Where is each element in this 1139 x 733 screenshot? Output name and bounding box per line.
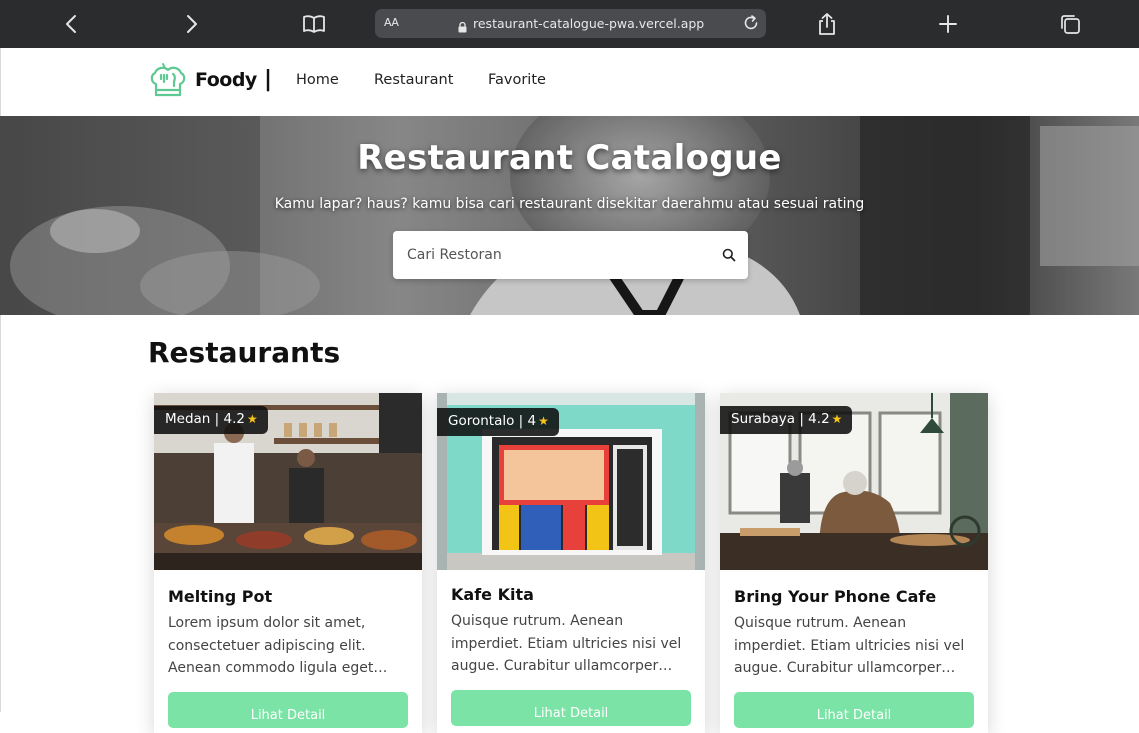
search-box	[393, 231, 748, 279]
restaurant-card[interactable]: Gorontalo | 4 ★ Kafe Kita Quisque rutrum.…	[437, 393, 705, 733]
nav-link-favorite[interactable]: Favorite	[488, 72, 546, 88]
city-rating-text: Gorontalo | 4	[448, 413, 537, 429]
restaurants-section: Restaurants Medan | 4.2 ★ Melting Pot Lo…	[0, 315, 1139, 733]
nav-link-restaurant[interactable]: Restaurant	[374, 72, 453, 88]
hero-banner: Restaurant Catalogue Kamu lapar? haus? k…	[0, 116, 1139, 315]
detail-button[interactable]: Lihat Detail	[734, 692, 974, 728]
reader-button[interactable]: AA	[384, 16, 399, 29]
restaurant-name[interactable]: Bring Your Phone Cafe	[734, 587, 936, 606]
restaurant-description: Quisque rutrum. Aenean imperdiet. Etiam …	[451, 613, 682, 674]
city-rating-text: Surabaya | 4.2	[731, 411, 830, 427]
hero-title: Restaurant Catalogue	[357, 138, 782, 178]
chef-hat-logo-icon[interactable]	[147, 62, 189, 100]
browser-toolbar: AA restaurant-catalogue-pwa.vercel.app	[0, 0, 1139, 48]
reload-icon[interactable]	[742, 14, 760, 36]
site-navbar: Foody | Home Restaurant Favorite	[0, 48, 1139, 116]
detail-button[interactable]: Lihat Detail	[168, 692, 408, 728]
forward-icon[interactable]	[180, 12, 204, 36]
star-icon: ★	[538, 414, 549, 428]
city-rating-badge: Surabaya | 4.2 ★	[720, 406, 853, 434]
restaurant-card[interactable]: Surabaya | 4.2 ★ Bring Your Phone Cafe Qu…	[720, 393, 988, 733]
bookmarks-icon[interactable]	[302, 12, 326, 36]
share-icon[interactable]	[815, 12, 839, 36]
search-input[interactable]	[407, 244, 707, 266]
star-icon: ★	[831, 412, 843, 426]
restaurant-name[interactable]: Melting Pot	[168, 587, 272, 606]
star-icon: ★	[246, 412, 258, 426]
restaurant-description: Lorem ipsum dolor sit amet, consectetuer…	[168, 615, 388, 676]
city-rating-text: Medan | 4.2	[165, 411, 245, 427]
section-title: Restaurants	[148, 336, 341, 369]
url-text: restaurant-catalogue-pwa.vercel.app	[473, 16, 705, 31]
restaurant-description: Quisque rutrum. Aenean imperdiet. Etiam …	[734, 615, 965, 676]
brand-name[interactable]: Foody	[195, 69, 257, 91]
detail-button[interactable]: Lihat Detail	[451, 690, 691, 726]
brand-separator: |	[264, 67, 273, 92]
back-icon[interactable]	[59, 12, 83, 36]
hero-subtitle: Kamu lapar? haus? kamu bisa cari restaur…	[274, 196, 865, 212]
nav-link-home[interactable]: Home	[296, 72, 339, 88]
restaurant-name[interactable]: Kafe Kita	[451, 585, 534, 604]
address-bar[interactable]: AA restaurant-catalogue-pwa.vercel.app	[375, 9, 766, 38]
city-rating-badge: Gorontalo | 4 ★	[437, 408, 559, 436]
city-rating-badge: Medan | 4.2 ★	[154, 406, 268, 434]
restaurant-card[interactable]: Medan | 4.2 ★ Melting Pot Lorem ipsum dol…	[154, 393, 422, 733]
new-tab-icon[interactable]	[936, 12, 960, 36]
search-icon[interactable]	[722, 247, 736, 266]
lock-icon	[458, 18, 467, 37]
tabs-overview-icon[interactable]	[1058, 12, 1082, 36]
